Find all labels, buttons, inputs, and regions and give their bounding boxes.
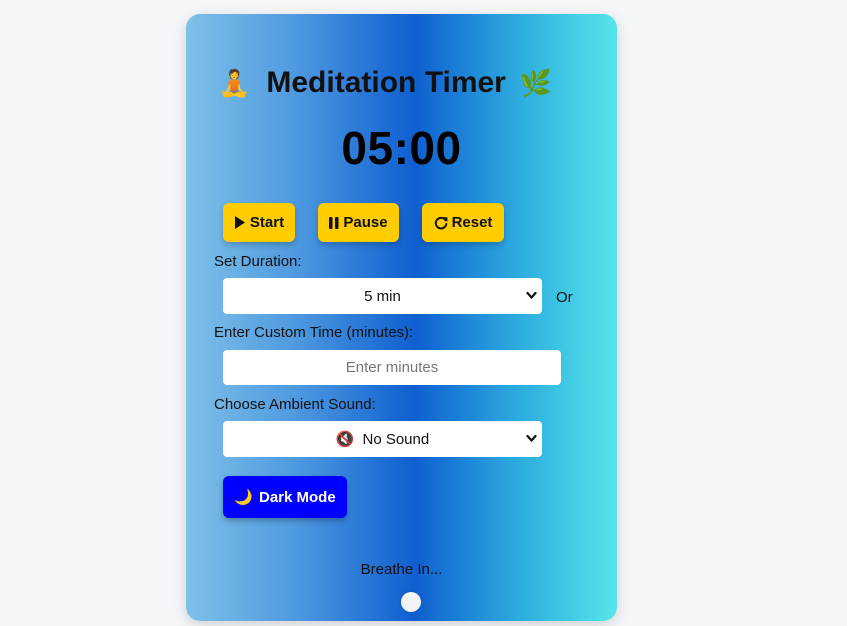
dark-mode-button[interactable]: 🌙 Dark Mode — [223, 476, 347, 518]
timer-display: 05:00 — [341, 122, 462, 174]
meditation-person-icon: 🧘 — [218, 67, 251, 98]
or-text: Or — [556, 289, 573, 306]
custom-time-label: Enter Custom Time (minutes): — [214, 324, 414, 341]
pause-icon — [329, 216, 339, 229]
page-title-text: Meditation Timer — [266, 66, 506, 99]
ambient-sound-selected-value: No Sound — [362, 430, 430, 448]
start-button-label: Start — [249, 214, 285, 231]
duration-select[interactable]: 5 min — [223, 278, 542, 314]
moon-icon: 🌙 — [234, 489, 253, 506]
pause-button[interactable]: Pause — [318, 203, 399, 242]
duration-selected-value: 5 min — [364, 287, 401, 305]
play-icon — [234, 216, 245, 229]
reset-rotate-icon — [434, 216, 447, 229]
ambient-sound-label: Choose Ambient Sound: — [214, 396, 376, 413]
start-button[interactable]: Start — [223, 203, 295, 242]
breathing-text: Breathe In... — [360, 561, 443, 578]
ambient-sound-select[interactable]: 🔇 No Sound — [223, 421, 542, 457]
chevron-down-icon — [526, 434, 537, 442]
pause-button-label: Pause — [343, 214, 388, 231]
duration-label: Set Duration: — [214, 253, 302, 270]
dark-mode-label: Dark Mode — [259, 488, 336, 506]
custom-minutes-input[interactable] — [223, 350, 561, 385]
meditation-timer-card: 🧘 Meditation Timer 🌿 05:00 Start Pause R… — [186, 14, 617, 621]
chevron-down-icon — [526, 291, 537, 299]
reset-button[interactable]: Reset — [422, 203, 504, 242]
herb-leaf-icon: 🌿 — [519, 67, 553, 98]
page-title: 🧘 Meditation Timer 🌿 — [218, 66, 552, 100]
reset-button-label: Reset — [451, 214, 493, 231]
breathing-circle — [401, 592, 421, 612]
muted-speaker-icon: 🔇 — [335, 431, 355, 448]
